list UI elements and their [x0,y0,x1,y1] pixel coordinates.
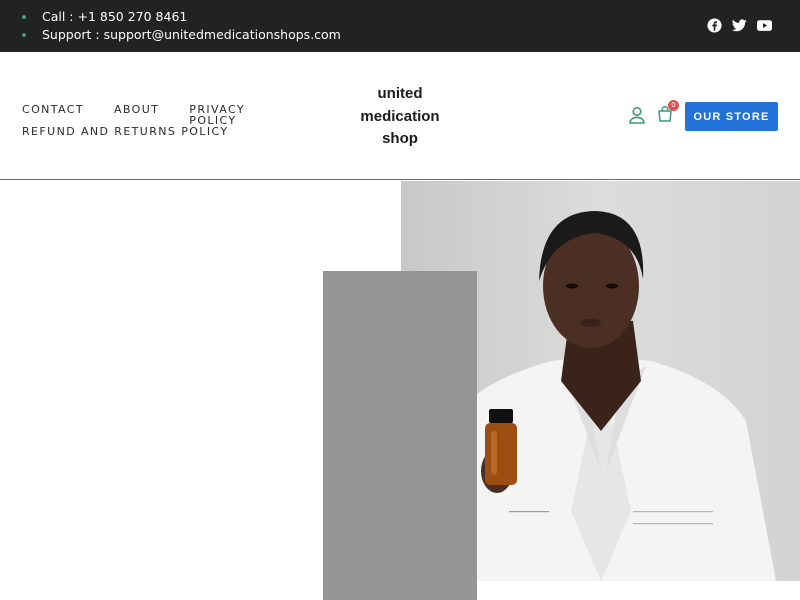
bullet-icon [22,14,26,19]
logo-line: medication [360,107,440,125]
nav-row: CONTACT ABOUT PRIVACY POLICY [22,104,322,126]
nav-item-contact[interactable]: CONTACT [22,104,84,126]
cart-count-badge: 0 [668,100,679,111]
call-text[interactable]: Call : +1 850 270 8461 [42,9,187,24]
top-bar: Call : +1 850 270 8461 Support : support… [0,0,800,52]
logo-line: shop [382,130,418,147]
support-text[interactable]: Support : support@unitedmedicationshops.… [42,27,341,42]
youtube-icon[interactable] [757,18,772,33]
nav-item-refund-policy[interactable]: REFUND AND RETURNS POLICY [22,126,322,137]
nav-item-about[interactable]: ABOUT [114,104,159,126]
facebook-icon[interactable] [707,18,722,33]
support-line[interactable]: Support : support@unitedmedicationshops.… [22,27,341,42]
decorative-gray-panel [323,271,477,600]
logo-line: united [377,85,423,102]
site-header: CONTACT ABOUT PRIVACY POLICY REFUND AND … [0,52,800,180]
call-line[interactable]: Call : +1 850 270 8461 [22,9,187,24]
twitter-icon[interactable] [732,18,747,33]
social-links [707,18,772,33]
main-nav: CONTACT ABOUT PRIVACY POLICY REFUND AND … [22,104,322,137]
user-icon[interactable] [628,106,646,124]
site-logo[interactable]: united medication shop [340,83,460,151]
nav-item-privacy-policy[interactable]: PRIVACY POLICY [189,104,292,126]
bullet-icon [22,32,26,37]
our-store-button[interactable]: OUR STORE [685,102,778,131]
